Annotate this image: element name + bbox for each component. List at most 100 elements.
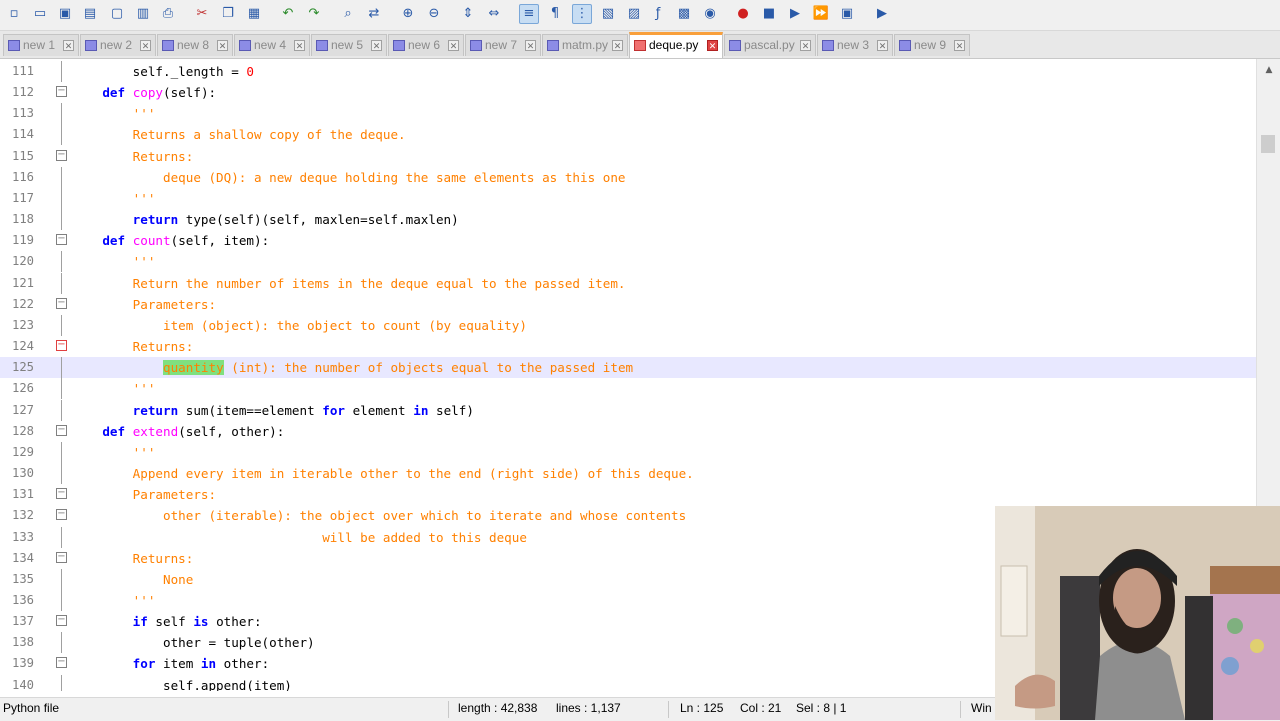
code-text[interactable]: item (object): the object to count (by e… [72,315,527,336]
fold-toggle-icon[interactable]: − [56,657,67,669]
zoom-out-icon[interactable]: ⊖ [424,4,444,24]
line-number[interactable]: 129 [0,442,34,463]
code-line[interactable]: 131 − Parameters: [0,484,1256,505]
line-number[interactable]: 120 [0,251,34,272]
tab-matm-py[interactable]: matm.py ✕ [542,34,628,56]
tab-close-icon[interactable]: ✕ [525,40,536,51]
sync-h-icon[interactable]: ⇔ [484,4,504,24]
replace-icon[interactable]: ⇄ [364,4,384,24]
tab-new-8[interactable]: new 8 ✕ [157,34,233,56]
line-number[interactable]: 121 [0,273,34,294]
tab-new-7[interactable]: new 7 ✕ [465,34,541,56]
line-number[interactable]: 131 [0,484,34,505]
code-text[interactable]: ''' [72,188,156,209]
tab-close-icon[interactable]: ✕ [217,40,228,51]
code-text[interactable]: Parameters: [72,294,216,315]
line-number[interactable]: 115 [0,146,34,167]
code-text[interactable]: quantity (int): the number of objects eq… [72,357,633,378]
line-number[interactable]: 123 [0,315,34,336]
tab-close-icon[interactable]: ✕ [800,40,811,51]
code-text[interactable]: self._length = 0 [72,61,254,82]
tab-close-icon[interactable]: ✕ [371,40,382,51]
tab-close-icon[interactable]: ✕ [877,40,888,51]
tab-new-4[interactable]: new 4 ✕ [234,34,310,56]
code-text[interactable]: ''' [72,442,156,463]
line-number[interactable]: 122 [0,294,34,315]
fold-toggle-icon[interactable]: − [56,340,67,352]
scrollbar-thumb[interactable] [1261,135,1275,153]
code-text[interactable]: will be added to this deque [72,527,527,548]
line-number[interactable]: 134 [0,548,34,569]
tab-new-1[interactable]: new 1 ✕ [3,34,79,56]
copy-icon[interactable]: ❐ [218,4,238,24]
fold-toggle-icon[interactable]: − [56,551,67,563]
function-list-icon[interactable]: ƒ [648,4,668,24]
line-number[interactable]: 124 [0,336,34,357]
close-icon[interactable]: ▢ [107,4,127,24]
line-number[interactable]: 125 [0,357,34,378]
monitor-icon[interactable]: ◉ [700,4,720,24]
line-number[interactable]: 112 [0,82,34,103]
line-number[interactable]: 128 [0,421,34,442]
line-number[interactable]: 118 [0,209,34,230]
tab-new-3[interactable]: new 3 ✕ [817,34,893,56]
line-number[interactable]: 135 [0,569,34,590]
code-line[interactable]: 114 Returns a shallow copy of the deque. [0,124,1256,146]
run-icon[interactable]: ▶ [872,4,892,24]
code-line[interactable]: 125 quantity (int): the number of object… [0,357,1256,379]
code-text[interactable]: ''' [72,251,156,272]
line-number[interactable]: 130 [0,463,34,484]
code-text[interactable]: deque (DQ): a new deque holding the same… [72,167,626,188]
code-text[interactable]: ''' [72,590,156,611]
code-text[interactable]: Returns: [72,548,194,569]
code-text[interactable]: None [72,569,193,590]
code-text[interactable]: ''' [72,378,156,399]
code-line[interactable]: 111 self._length = 0 [0,61,1256,82]
code-line[interactable]: 112 − def copy(self): [0,82,1256,103]
line-number[interactable]: 139 [0,653,34,674]
code-text[interactable]: return sum(item==element for element in … [72,400,474,421]
code-text[interactable]: ''' [72,103,156,124]
stop-macro-icon[interactable]: ■ [759,4,779,24]
folder-workspace-icon[interactable]: ▩ [674,4,694,24]
line-number[interactable]: 137 [0,611,34,632]
code-line[interactable]: 119 − def count(self, item): [0,230,1256,251]
open-icon[interactable]: ▭ [30,4,50,24]
code-text[interactable]: Returns: [72,336,194,357]
code-text[interactable]: self.append(item) [72,675,292,691]
line-number[interactable]: 126 [0,378,34,399]
code-text[interactable]: for item in other: [72,653,270,674]
line-number[interactable]: 119 [0,230,34,251]
line-number[interactable]: 133 [0,527,34,548]
fold-toggle-icon[interactable]: − [56,149,67,161]
line-number[interactable]: 117 [0,188,34,209]
run-macro-multiple-icon[interactable]: ⏩ [811,4,831,24]
line-number[interactable]: 116 [0,167,34,188]
code-line[interactable]: 116 deque (DQ): a new deque holding the … [0,166,1256,188]
new-icon[interactable]: ▫ [4,4,24,24]
fold-toggle-icon[interactable]: − [56,615,67,627]
code-text[interactable]: return type(self)(self, maxlen=self.maxl… [72,209,459,230]
sync-v-icon[interactable]: ⇕ [458,4,478,24]
fold-toggle-icon[interactable]: − [56,424,67,436]
tab-new-5[interactable]: new 5 ✕ [311,34,387,56]
code-line[interactable]: 126 ''' [0,378,1256,400]
line-number[interactable]: 132 [0,505,34,526]
code-text[interactable]: Parameters: [72,484,216,505]
code-line[interactable]: 120 ''' [0,251,1256,273]
line-number[interactable]: 114 [0,124,34,145]
indent-guide-icon[interactable]: ⋮ [572,4,592,24]
play-macro-icon[interactable]: ▶ [785,4,805,24]
scroll-up-arrow-icon[interactable]: ▲ [1257,61,1280,79]
tab-close-icon[interactable]: ✕ [448,40,459,51]
code-line[interactable]: 128 − def extend(self, other): [0,421,1256,442]
close-all-icon[interactable]: ▥ [133,4,153,24]
line-number[interactable]: 136 [0,590,34,611]
code-line[interactable]: 130 Append every item in iterable other … [0,463,1256,485]
tab-new-6[interactable]: new 6 ✕ [388,34,464,56]
zoom-in-icon[interactable]: ⊕ [398,4,418,24]
code-line[interactable]: 122 − Parameters: [0,294,1256,315]
tab-close-icon[interactable]: ✕ [63,40,74,51]
code-line[interactable]: 127 return sum(item==element for element… [0,399,1256,421]
tab-close-icon[interactable]: ✕ [954,40,965,51]
